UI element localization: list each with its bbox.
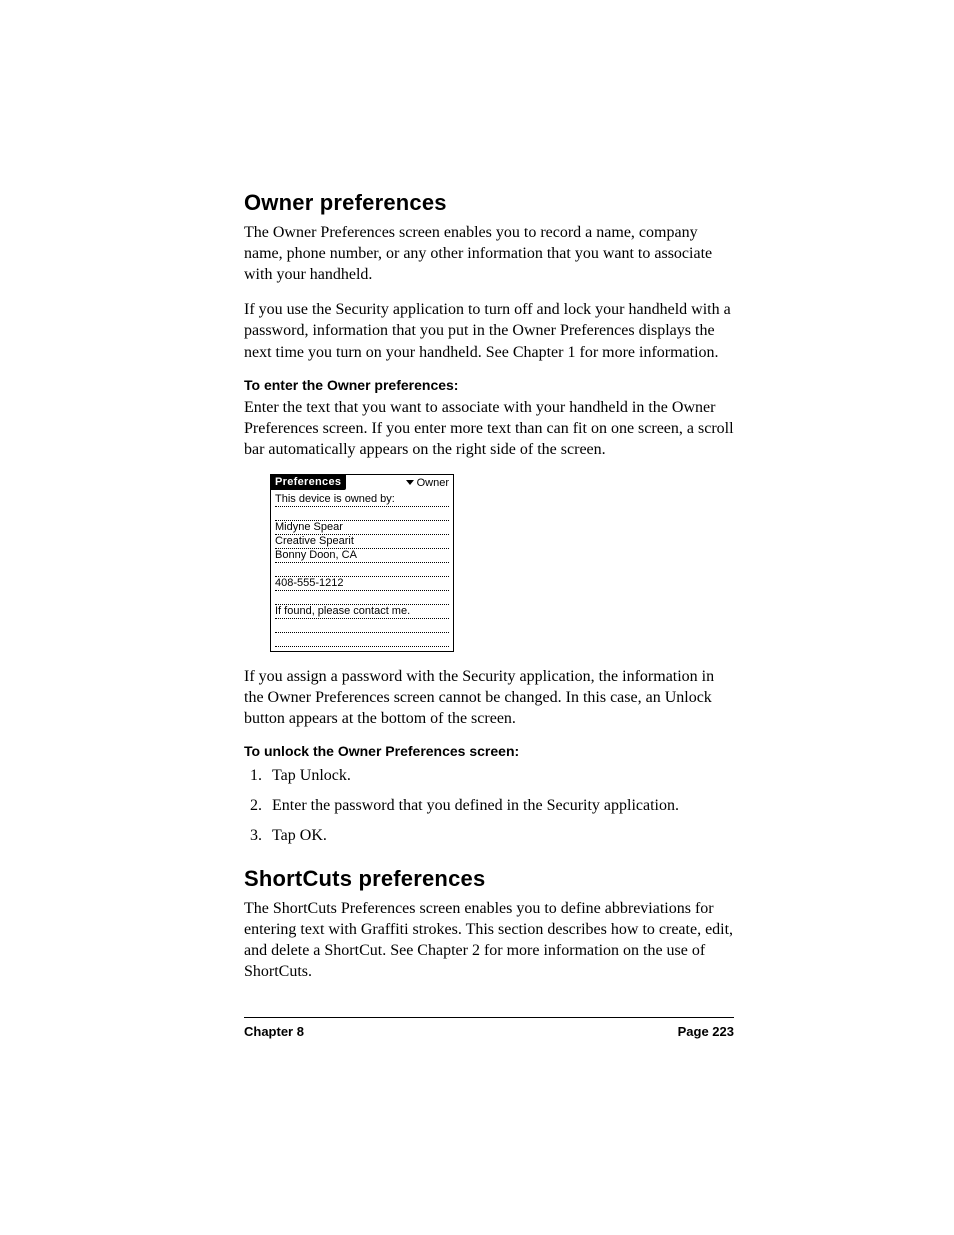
owner-line [275,507,449,521]
owner-text-area[interactable]: This device is owned by: Midyne Spear Cr… [271,491,453,651]
footer-page: Page 223 [678,1024,734,1039]
shortcuts-intro: The ShortCuts Preferences screen enables… [244,898,734,982]
screenshot-title: Preferences [271,475,346,490]
step-1: Tap Unlock. [266,763,734,789]
enter-owner-subhead: To enter the Owner preferences: [244,377,734,393]
unlock-owner-subhead: To unlock the Owner Preferences screen: [244,743,734,759]
owner-line: If found, please contact me. [275,605,449,619]
owner-line [275,591,449,605]
owner-prefs-intro-1: The Owner Preferences screen enables you… [244,222,734,285]
footer-chapter: Chapter 8 [244,1024,304,1039]
owner-prefs-screenshot: Preferences Owner This device is owned b… [270,474,454,652]
owner-prefs-intro-2: If you use the Security application to t… [244,299,734,362]
owner-line [275,633,449,647]
owner-line [275,619,449,633]
step-2: Enter the password that you defined in t… [266,793,734,819]
enter-owner-body: Enter the text that you want to associat… [244,397,734,460]
dropdown-triangle-icon [406,480,414,485]
owner-line: This device is owned by: [275,493,449,507]
owner-locked-note: If you assign a password with the Securi… [244,666,734,729]
shortcuts-heading: ShortCuts preferences [244,866,734,892]
manual-page: Owner preferences The Owner Preferences … [0,0,954,1235]
page-footer: Chapter 8 Page 223 [244,1017,734,1039]
screenshot-titlebar: Preferences Owner [271,475,453,491]
step-3: Tap OK. [266,823,734,849]
unlock-steps: Tap Unlock. Enter the password that you … [244,763,734,848]
owner-line: Creative Spearit [275,535,449,549]
screenshot-menu[interactable]: Owner [406,477,453,489]
owner-prefs-heading: Owner preferences [244,190,734,216]
screenshot-menu-label: Owner [417,477,449,489]
owner-line [275,563,449,577]
owner-line: Midyne Spear [275,521,449,535]
owner-line: 408-555-1212 [275,577,449,591]
owner-line: Bonny Doon, CA [275,549,449,563]
